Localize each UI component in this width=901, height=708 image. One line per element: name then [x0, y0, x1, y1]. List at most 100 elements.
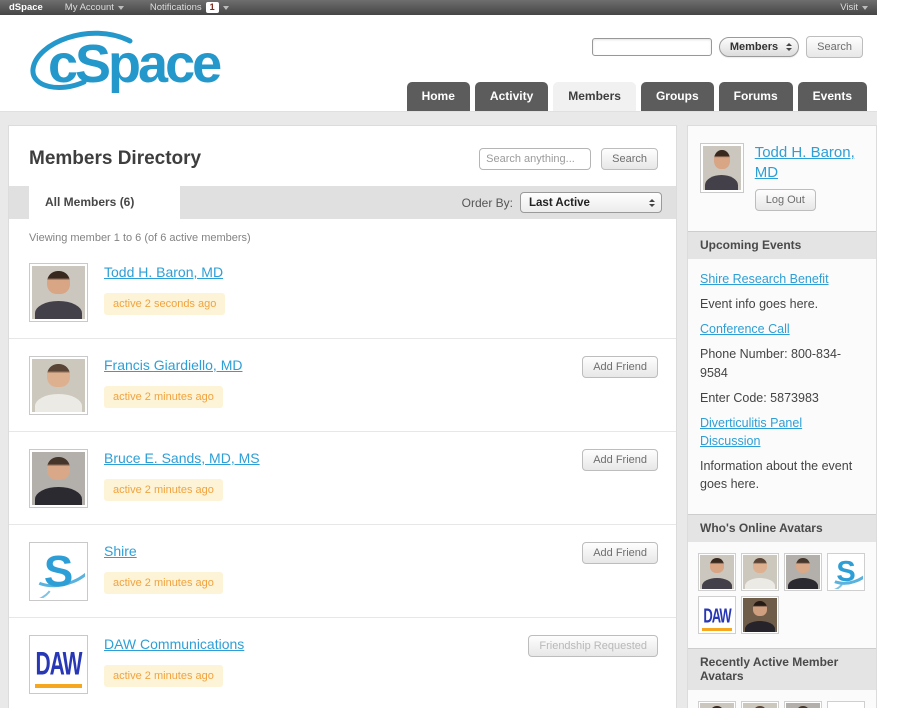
- nav-tab-groups[interactable]: Groups: [641, 82, 714, 111]
- last-active-badge: active 2 minutes ago: [104, 572, 223, 594]
- whos-online-avatar-grid: S DAW: [688, 542, 876, 642]
- event-info: Information about the event goes here.: [700, 457, 864, 493]
- member-name-link[interactable]: DAW Communications: [104, 636, 244, 652]
- notification-count-badge: 1: [206, 2, 219, 13]
- chevron-down-icon: [223, 6, 229, 10]
- member-photo: [32, 359, 85, 412]
- member-name-link[interactable]: Francis Giardiello, MD: [104, 357, 242, 373]
- nav-tab-home[interactable]: Home: [407, 82, 470, 111]
- shire-logo-icon: S: [829, 703, 863, 708]
- event-info: Phone Number: 800-834-9584: [700, 345, 864, 381]
- member-avatar[interactable]: S: [29, 542, 88, 601]
- online-avatar[interactable]: [784, 553, 822, 591]
- header-search-button[interactable]: Search: [806, 36, 863, 58]
- nav-tab-forums[interactable]: Forums: [719, 82, 793, 111]
- daw-letters: DAW: [703, 605, 730, 625]
- daw-logo-icon: DAW: [32, 638, 85, 691]
- nav-tab-events[interactable]: Events: [798, 82, 867, 111]
- log-out-button[interactable]: Log Out: [755, 189, 816, 211]
- member-avatar[interactable]: [29, 263, 88, 322]
- logo-text: cSpace: [34, 31, 304, 97]
- member-row: Bruce E. Sands, MD, MS active 2 minutes …: [9, 432, 676, 525]
- recent-avatar[interactable]: [698, 701, 736, 708]
- my-account-label: My Account: [65, 2, 114, 13]
- member-avatar[interactable]: [29, 449, 88, 508]
- notifications-label: Notifications: [150, 2, 202, 13]
- recent-avatar[interactable]: S: [827, 701, 865, 708]
- last-active-badge: active 2 seconds ago: [104, 293, 225, 315]
- directory-search-button[interactable]: Search: [601, 148, 658, 170]
- directory-search-form: Search: [479, 148, 658, 170]
- member-photo: [703, 146, 741, 190]
- upcoming-events-list: Shire Research Benefit Event info goes h…: [688, 259, 876, 508]
- member-row: Todd H. Baron, MD active 2 seconds ago: [9, 246, 676, 339]
- admin-my-account-menu[interactable]: My Account: [65, 2, 124, 13]
- add-friend-button[interactable]: Add Friend: [582, 356, 658, 378]
- order-by-value: Last Active: [529, 197, 590, 209]
- online-avatar[interactable]: [741, 553, 779, 591]
- member-name-link[interactable]: Shire: [104, 543, 137, 559]
- event-link[interactable]: Diverticulitis Panel Discussion: [700, 416, 802, 448]
- recently-active-title: Recently Active Member Avatars: [688, 648, 876, 690]
- member-avatar[interactable]: DAW: [29, 635, 88, 694]
- order-by-label: Order By:: [462, 196, 513, 210]
- search-scope-select[interactable]: Members: [719, 37, 799, 57]
- member-photo: [743, 598, 777, 632]
- select-stepper-icon: [786, 43, 792, 51]
- select-stepper-icon: [649, 199, 655, 207]
- page-title: Members Directory: [29, 148, 201, 170]
- directory-search-input[interactable]: [479, 148, 591, 170]
- event-link[interactable]: Shire Research Benefit: [700, 272, 829, 286]
- add-friend-button[interactable]: Add Friend: [582, 542, 658, 564]
- daw-logo-icon: DAW: [700, 598, 734, 632]
- header-search-input[interactable]: [592, 38, 712, 56]
- member-photo: [786, 555, 820, 589]
- recent-avatar[interactable]: [741, 701, 779, 708]
- last-active-badge: active 2 minutes ago: [104, 665, 223, 687]
- event-info: Enter Code: 5873983: [700, 389, 864, 407]
- member-photo: [743, 703, 777, 708]
- admin-notifications-menu[interactable]: Notifications 1: [150, 2, 229, 13]
- online-avatar[interactable]: DAW: [698, 596, 736, 634]
- online-avatar[interactable]: S: [827, 553, 865, 591]
- shire-logo-icon: S: [32, 545, 85, 598]
- online-avatar[interactable]: [698, 553, 736, 591]
- tab-all-members[interactable]: All Members (6): [29, 186, 180, 219]
- chevron-down-icon: [118, 6, 124, 10]
- event-info: Event info goes here.: [700, 295, 864, 313]
- main-navigation: Home Activity Members Groups Forums Even…: [407, 82, 867, 111]
- member-name-link[interactable]: Bruce E. Sands, MD, MS: [104, 450, 260, 466]
- sidebar: Todd H. Baron, MD Log Out Upcoming Event…: [687, 125, 877, 708]
- member-photo: [700, 555, 734, 589]
- order-by-select[interactable]: Last Active: [520, 192, 662, 213]
- whos-online-title: Who's Online Avatars: [688, 514, 876, 542]
- member-avatar[interactable]: [29, 356, 88, 415]
- site-header: cSpace Members Search Home Activity Memb…: [0, 15, 877, 112]
- header-search-form: Members Search: [592, 36, 863, 58]
- member-photo: [743, 555, 777, 589]
- add-friend-button[interactable]: Add Friend: [582, 449, 658, 471]
- member-row: Francis Giardiello, MD active 2 minutes …: [9, 339, 676, 432]
- member-photo: [32, 266, 85, 319]
- site-logo[interactable]: cSpace: [34, 31, 304, 101]
- directory-tabstrip: All Members (6) Order By: Last Active: [9, 186, 676, 219]
- admin-visit-menu[interactable]: Visit: [840, 2, 868, 13]
- member-row: DAW DAW Communications active 2 minutes …: [9, 618, 676, 708]
- recently-active-avatar-grid: S DAW: [688, 690, 876, 708]
- search-scope-value: Members: [730, 41, 778, 53]
- event-link[interactable]: Conference Call: [700, 322, 790, 336]
- nav-tab-members[interactable]: Members: [553, 82, 636, 111]
- upcoming-events-title: Upcoming Events: [688, 231, 876, 259]
- admin-site-name[interactable]: dSpace: [9, 2, 43, 13]
- pagination-status: Viewing member 1 to 6 (of 6 active membe…: [9, 219, 676, 246]
- member-name-link[interactable]: Todd H. Baron, MD: [104, 264, 223, 280]
- nav-tab-activity[interactable]: Activity: [475, 82, 548, 111]
- shire-letter: S: [836, 558, 855, 587]
- logged-in-user-link[interactable]: Todd H. Baron, MD: [755, 143, 864, 182]
- daw-letters: DAW: [36, 648, 82, 681]
- logged-in-avatar[interactable]: [700, 143, 744, 193]
- friendship-requested-button[interactable]: Friendship Requested: [528, 635, 658, 657]
- shire-logo-icon: S: [829, 555, 863, 589]
- recent-avatar[interactable]: [784, 701, 822, 708]
- online-avatar[interactable]: [741, 596, 779, 634]
